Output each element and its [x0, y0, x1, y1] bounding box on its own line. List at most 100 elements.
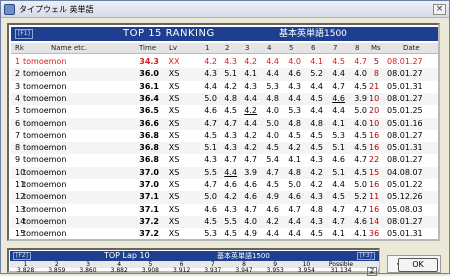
row-split: 4.1 — [332, 229, 345, 239]
col-split-3: 3 — [245, 44, 250, 52]
row-split: 4.8 — [266, 93, 279, 103]
row-split: 4.4 — [332, 180, 345, 189]
row-split: 4.5 — [310, 229, 323, 239]
row-date: 08.01.27 — [387, 69, 423, 79]
row-split: 4.7 — [332, 204, 345, 214]
table-row[interactable]: 1 tomoemon 34.3 XX 4.2 4.3 4.2 4.4 4.0 4.1 4.5 4.7 5… — [11, 56, 438, 68]
table-row[interactable]: 12 tomoemon 37.1 XS 5.0 4.2 4.6 4.9 4.6 4.3 4.5 5.2… — [11, 191, 438, 204]
row-date: 05.12.26 — [387, 192, 423, 202]
ranking-table-body: 1 tomoemon 34.3 XX 4.2 4.3 4.2 4.4 4.0 4.1 4.5 4.7 5… — [11, 56, 438, 241]
row-split: 4.3 — [204, 69, 217, 79]
ok-button[interactable]: OK — [398, 258, 438, 272]
table-row[interactable]: 5 tomoemon 36.5 XS 4.6 4.5 4.2 4.0 5.3 4.4 4.4 5.0 2… — [11, 105, 438, 117]
row-split: 4.3 — [244, 81, 257, 91]
row-level: XX — [168, 57, 180, 66]
row-split: 3.9 — [244, 167, 257, 177]
row-miss: 10 — [369, 118, 380, 128]
row-split: 4.4 — [266, 229, 279, 239]
table-row[interactable]: 3 tomoemon 36.1 XS 4.4 4.2 4.3 5.3 4.3 4.4 4.7 4.5 2… — [11, 81, 438, 93]
row-split: 4.4 — [332, 106, 345, 116]
row-split: 4.6 — [204, 204, 217, 214]
row-name: tomoemon — [23, 130, 67, 140]
row-split: 4.7 — [332, 216, 345, 226]
row-date: 05.01.31 — [387, 229, 423, 239]
close-button[interactable]: × — [433, 4, 446, 15]
col-split-6: 6 — [311, 44, 316, 52]
table-row[interactable]: 4 tomoemon 36.4 XS 5.0 4.8 4.4 4.8 4.4 4.5 4.6 3.9 1… — [11, 92, 438, 106]
row-split: 4.5 — [332, 192, 345, 202]
row-split: 4.7 — [354, 155, 367, 165]
row-level: XS — [168, 216, 180, 226]
row-split: 4.5 — [266, 143, 279, 153]
row-split: 4.5 — [224, 106, 237, 116]
row-time: 36.8 — [139, 143, 159, 153]
row-name: tomoemon — [23, 57, 67, 66]
col-split-8: 8 — [355, 44, 360, 52]
row-miss: 36 — [369, 229, 380, 239]
col-split-7: 7 — [333, 44, 338, 52]
row-level: XS — [168, 229, 180, 239]
col-name: Name etc. — [51, 44, 88, 52]
row-split: 5.3 — [332, 130, 345, 140]
table-row[interactable]: 14 tomoemon 37.2 XS 4.5 5.5 4.0 4.2 4.4 4.3 4.7 4.6… — [11, 215, 438, 229]
table-row[interactable]: 10 tomoemon 37.0 XS 5.5 4.4 3.9 4.7 4.8 4.2 5.1 4.5… — [11, 166, 438, 179]
row-level: XS — [168, 69, 180, 79]
row-split: 5.0 — [204, 192, 217, 202]
lap-key-f3[interactable]: [F3] — [357, 252, 375, 260]
row-split: 4.7 — [266, 167, 279, 177]
row-date: 08.01.27 — [387, 155, 423, 165]
ranking-key-f1[interactable]: [F1] — [15, 29, 33, 39]
lap-value: 3.954 — [297, 267, 315, 274]
row-split: 4.5 — [266, 180, 279, 189]
row-split: 4.5 — [354, 130, 367, 140]
row-split: 5.3 — [266, 81, 279, 91]
row-date: 05.01.22 — [387, 180, 423, 189]
row-split: 4.2 — [204, 57, 217, 66]
row-time: 36.5 — [139, 106, 159, 116]
col-split-5: 5 — [289, 44, 294, 52]
table-row[interactable]: 11 tomoemon 37.0 XS 4.7 4.6 4.6 4.5 5.0 4.2 4.4 5.0… — [11, 179, 438, 191]
row-split: 4.2 — [288, 143, 301, 153]
row-split: 4.3 — [310, 192, 323, 202]
table-row[interactable]: 7 tomoemon 36.8 XS 4.5 4.3 4.2 4.0 4.5 4.5 5.3 4.5 1… — [11, 130, 438, 142]
row-split: 4.3 — [224, 130, 237, 140]
lap-value: 3.953 — [266, 267, 284, 274]
table-row[interactable]: 8 tomoemon 36.8 XS 5.1 4.3 4.2 4.5 4.2 4.5 5.1 4.5 1… — [11, 142, 438, 155]
row-split: 5.3 — [288, 106, 301, 116]
row-date: 05.01.25 — [387, 106, 423, 116]
row-time: 37.1 — [139, 204, 159, 214]
lap-value: 3.908 — [141, 267, 159, 274]
row-time: 36.1 — [139, 81, 159, 91]
row-split: 4.0 — [266, 106, 279, 116]
row-split: 4.6 — [266, 204, 279, 214]
row-split: 5.5 — [204, 167, 217, 177]
lap-value: 3.882 — [110, 267, 128, 274]
row-split: 4.0 — [354, 118, 367, 128]
row-split: 4.7 — [224, 118, 237, 128]
row-split: 4.7 — [288, 204, 301, 214]
table-row[interactable]: 2 tomoemon 36.0 XS 4.3 5.1 4.1 4.4 4.6 5.2 4.4 4.0 8… — [11, 68, 438, 81]
row-time: 37.2 — [139, 216, 159, 226]
row-split: 5.3 — [204, 229, 217, 239]
lap-key-f2[interactable]: [F2] — [13, 252, 31, 260]
z-toggle[interactable]: Z — [367, 267, 377, 276]
row-time: 37.2 — [139, 229, 159, 239]
table-row[interactable]: 6 tomoemon 36.6 XS 4.7 4.7 4.4 5.0 4.8 4.8 4.1 4.0 1… — [11, 117, 438, 130]
table-row[interactable]: 9 tomoemon 36.8 XS 4.3 4.7 4.7 5.4 4.1 4.3 4.6 4.7 2… — [11, 154, 438, 166]
row-name: tomoemon — [23, 81, 67, 91]
row-split: 4.6 — [288, 69, 301, 79]
row-split: 4.2 — [244, 143, 257, 153]
row-split: 5.0 — [288, 180, 301, 189]
table-row[interactable]: 13 tomoemon 37.1 XS 4.6 4.3 4.7 4.6 4.7 4.8 4.7 4.7… — [11, 204, 438, 216]
row-split: 4.4 — [266, 69, 279, 79]
row-split: 4.6 — [244, 180, 257, 189]
row-split: 5.1 — [332, 167, 345, 177]
row-name: tomoemon — [23, 167, 67, 177]
row-split: 4.2 — [310, 167, 323, 177]
row-name: tomoemon — [23, 229, 67, 239]
row-split: 4.5 — [354, 167, 367, 177]
row-split: 4.8 — [288, 167, 301, 177]
row-level: XS — [168, 130, 180, 140]
table-row[interactable]: 15 tomoemon 37.2 XS 5.3 4.5 4.9 4.4 4.4 4.5 4.1 4.1… — [11, 228, 438, 240]
row-split: 4.5 — [332, 57, 345, 66]
